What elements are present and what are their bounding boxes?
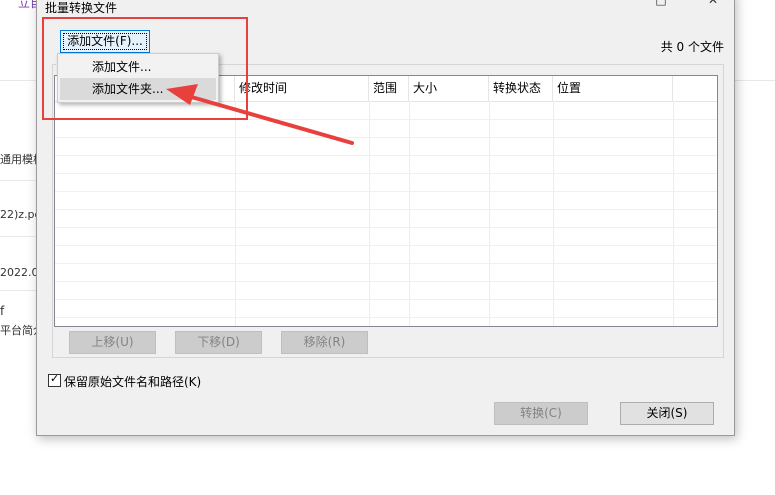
annotation-arrow-icon [166,84,354,145]
